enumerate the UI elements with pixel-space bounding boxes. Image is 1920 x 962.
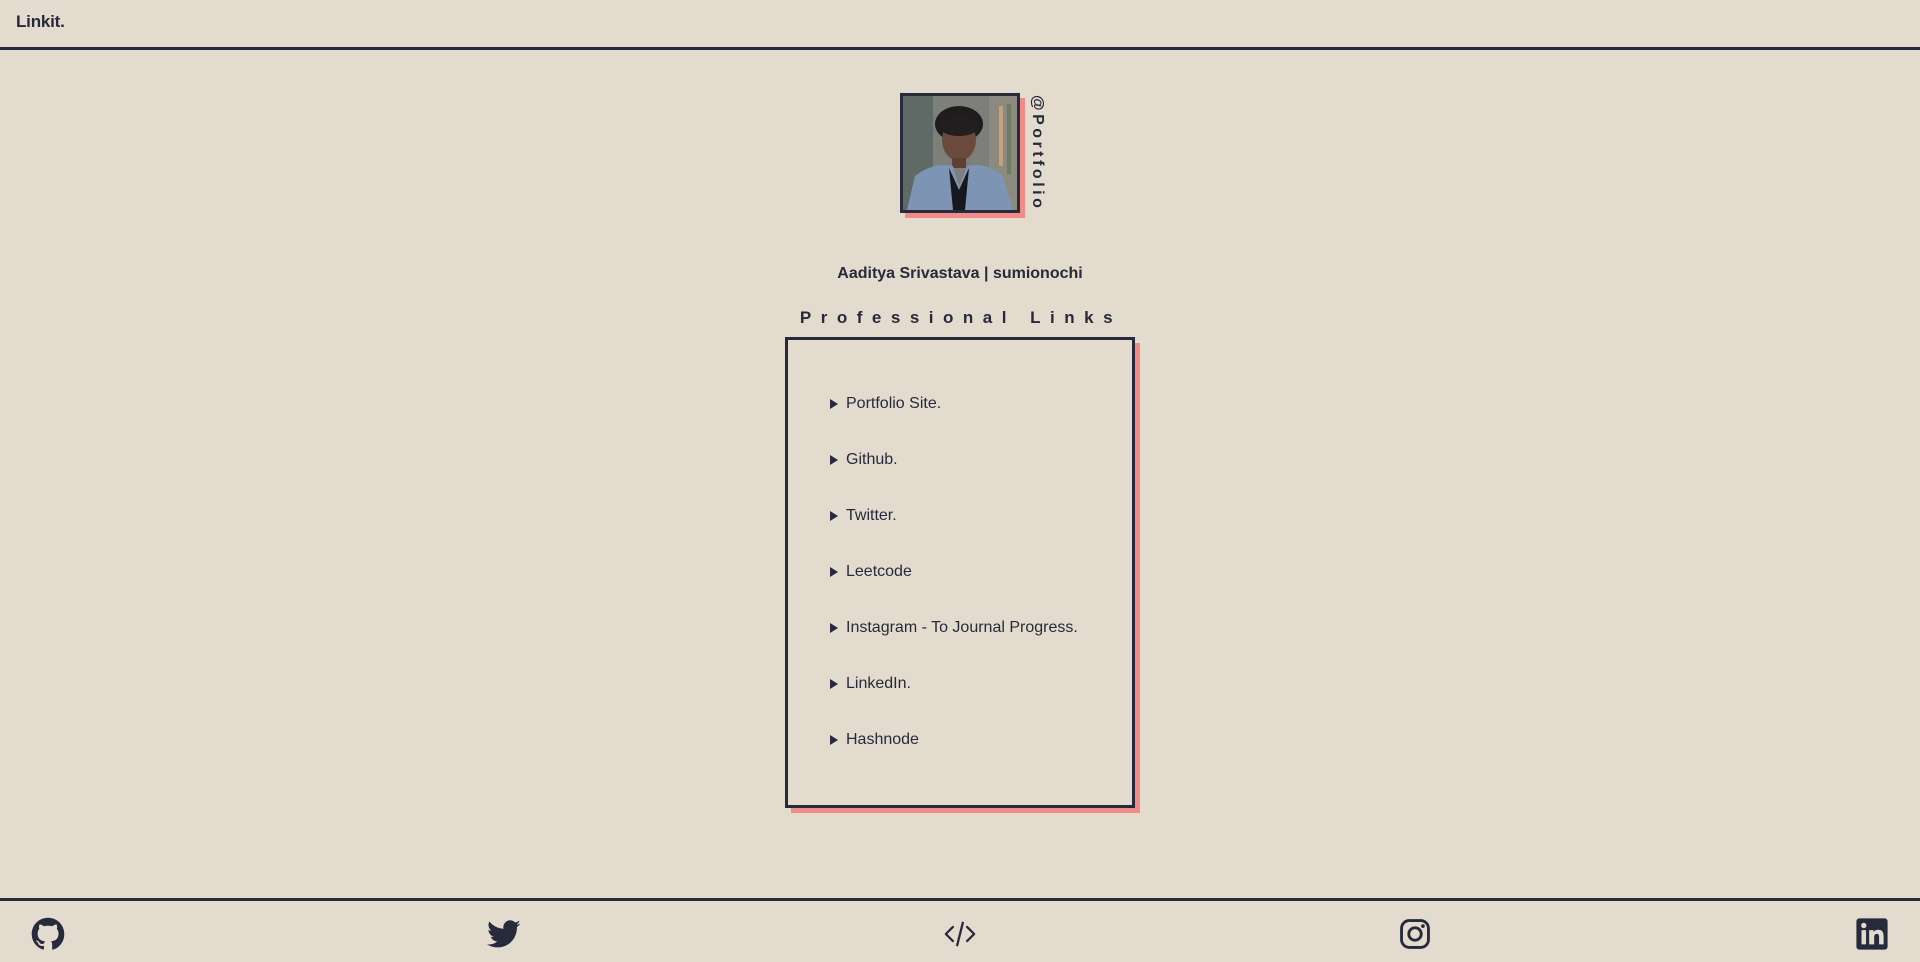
link-twitter[interactable]: Twitter.	[788, 506, 1132, 562]
linkedin-icon[interactable]	[1855, 917, 1889, 951]
triangle-right-icon	[830, 735, 838, 745]
profile-picture	[900, 93, 1025, 218]
brand-logo[interactable]: Linkit.	[16, 12, 65, 32]
triangle-right-icon	[830, 511, 838, 521]
triangle-right-icon	[830, 455, 838, 465]
github-icon[interactable]	[31, 917, 65, 951]
navbar: Linkit.	[0, 0, 1920, 50]
triangle-right-icon	[830, 679, 838, 689]
link-label: Portfolio Site.	[846, 395, 942, 412]
link-leetcode[interactable]: Leetcode	[788, 562, 1132, 618]
triangle-right-icon	[830, 623, 838, 633]
profile-name: Aaditya Srivastava | sumionochi	[837, 265, 1083, 282]
link-instagram[interactable]: Instagram - To Journal Progress.	[788, 618, 1132, 674]
triangle-right-icon	[830, 399, 838, 409]
link-label: Instagram - To Journal Progress.	[846, 619, 1078, 636]
link-linkedin[interactable]: LinkedIn.	[788, 674, 1132, 730]
avatar	[900, 93, 1020, 213]
link-label: Leetcode	[846, 563, 912, 580]
code-icon[interactable]	[943, 917, 977, 951]
link-portfolio-site[interactable]: Portfolio Site.	[788, 394, 1132, 450]
link-label: Github.	[846, 451, 898, 468]
links-card: Portfolio Site. Github. Twitter. Leetcod…	[785, 337, 1135, 808]
link-label: LinkedIn.	[846, 675, 911, 692]
twitter-icon[interactable]	[487, 917, 521, 951]
section-title: Professional Links	[799, 308, 1123, 327]
link-label: Hashnode	[846, 731, 919, 748]
triangle-right-icon	[830, 567, 838, 577]
footer	[0, 898, 1920, 962]
link-hashnode[interactable]: Hashnode	[788, 730, 1132, 786]
link-label: Twitter.	[846, 507, 897, 524]
profile-tag: @Portfolio	[1029, 95, 1046, 212]
instagram-icon[interactable]	[1398, 917, 1432, 951]
link-github[interactable]: Github.	[788, 450, 1132, 506]
